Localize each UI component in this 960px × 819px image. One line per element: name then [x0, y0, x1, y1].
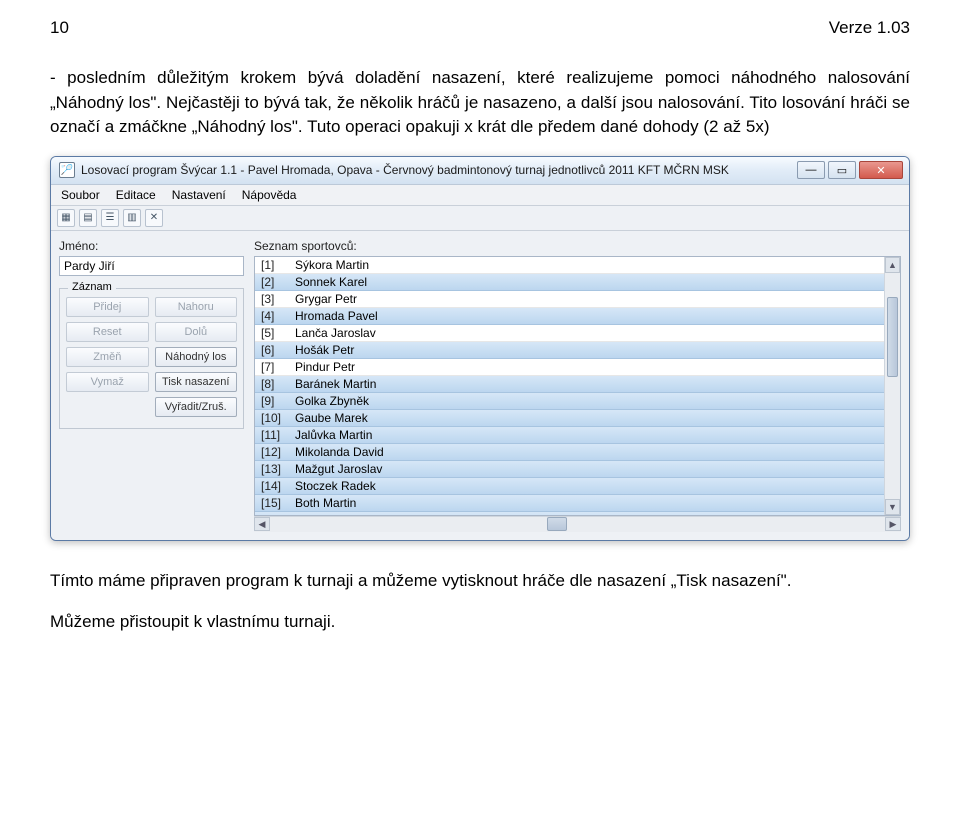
list-item[interactable]: [4]Hromada Pavel [255, 308, 900, 325]
list-name: Hromada Pavel [295, 309, 378, 323]
list-name: Jalůvka Martin [295, 428, 372, 442]
vertical-scrollbar[interactable]: ▲ ▼ [884, 257, 900, 515]
list-item[interactable]: [6]Hošák Petr [255, 342, 900, 359]
nahodny-los-button[interactable]: Náhodný los [155, 347, 238, 367]
list-name: Gaube Marek [295, 411, 368, 425]
list-index: [11] [261, 428, 295, 442]
list-item[interactable]: [8]Baránek Martin [255, 376, 900, 393]
maximize-button[interactable]: ▭ [828, 161, 856, 179]
list-name: Baránek Martin [295, 377, 376, 391]
menu-napoveda[interactable]: Nápověda [242, 188, 297, 202]
list-name: Mikolanda David [295, 445, 384, 459]
list-index: [2] [261, 275, 295, 289]
app-screenshot: 🏸 Losovací program Švýcar 1.1 - Pavel Hr… [50, 156, 910, 541]
list-index: [9] [261, 394, 295, 408]
list-index: [7] [261, 360, 295, 374]
vymaz-button[interactable]: Vymaž [66, 372, 149, 392]
version-label: Verze 1.03 [829, 18, 910, 38]
scroll-down-icon[interactable]: ▼ [885, 499, 900, 515]
list-item[interactable]: [3]Grygar Petr [255, 291, 900, 308]
list-item[interactable]: [9]Golka Zbyněk [255, 393, 900, 410]
list-index: [6] [261, 343, 295, 357]
list-index: [4] [261, 309, 295, 323]
list-index: [8] [261, 377, 295, 391]
paragraph-3: Můžeme přistoupit k vlastnímu turnaji. [50, 610, 910, 635]
player-list[interactable]: [1]Sýkora Martin[2]Sonnek Karel[3]Grygar… [254, 256, 901, 516]
list-name: Pindur Petr [295, 360, 355, 374]
zaznam-group: Záznam Přidej Nahoru Reset Dolů Změň Náh… [59, 288, 244, 429]
jmeno-input[interactable] [59, 256, 244, 276]
scroll-thumb-h[interactable] [547, 517, 567, 531]
list-index: [12] [261, 445, 295, 459]
list-name: Golka Zbyněk [295, 394, 369, 408]
toolbar-icon-3[interactable]: ☰ [101, 209, 119, 227]
paragraph-2: Tímto máme připraven program k turnaji a… [50, 569, 910, 594]
close-button[interactable]: ✕ [859, 161, 903, 179]
menu-bar: Soubor Editace Nastavení Nápověda [51, 185, 909, 206]
list-name: Lanča Jaroslav [295, 326, 376, 340]
menu-soubor[interactable]: Soubor [61, 188, 100, 202]
list-index: [10] [261, 411, 295, 425]
list-index: [15] [261, 496, 295, 510]
list-name: Sonnek Karel [295, 275, 367, 289]
list-item[interactable]: [5]Lanča Jaroslav [255, 325, 900, 342]
zmen-button[interactable]: Změň [66, 347, 149, 367]
list-name: Grygar Petr [295, 292, 357, 306]
list-index: [1] [261, 258, 295, 272]
list-name: Stoczek Radek [295, 479, 376, 493]
seznam-label: Seznam sportovců: [254, 239, 901, 253]
list-item[interactable]: [10]Gaube Marek [255, 410, 900, 427]
list-item[interactable]: [2]Sonnek Karel [255, 274, 900, 291]
scroll-right-icon[interactable]: ▶ [885, 517, 901, 531]
scroll-up-icon[interactable]: ▲ [885, 257, 900, 273]
minimize-button[interactable]: — [797, 161, 825, 179]
scroll-left-icon[interactable]: ◀ [254, 517, 270, 531]
list-index: [5] [261, 326, 295, 340]
zaznam-group-title: Záznam [68, 281, 116, 293]
jmeno-label: Jméno: [59, 239, 244, 253]
menu-nastaveni[interactable]: Nastavení [172, 188, 226, 202]
horizontal-scrollbar[interactable]: ◀ ▶ [254, 516, 901, 532]
list-name: Both Martin [295, 496, 356, 510]
list-item[interactable]: [12]Mikolanda David [255, 444, 900, 461]
toolbar: ▦ ▤ ☰ ▥ ✕ [51, 206, 909, 231]
toolbar-icon-5[interactable]: ✕ [145, 209, 163, 227]
app-icon: 🏸 [59, 162, 75, 178]
list-name: Hošák Petr [295, 343, 354, 357]
pridej-button[interactable]: Přidej [66, 297, 149, 317]
vyradit-button[interactable]: Vyřadit/Zruš. [155, 397, 238, 417]
list-item[interactable]: [13]Mažgut Jaroslav [255, 461, 900, 478]
window-title: Losovací program Švýcar 1.1 - Pavel Hrom… [81, 163, 729, 177]
toolbar-icon-1[interactable]: ▦ [57, 209, 75, 227]
scroll-thumb-v[interactable] [887, 297, 898, 377]
tisk-nasazeni-button[interactable]: Tisk nasazení [155, 372, 238, 392]
list-item[interactable]: [15]Both Martin [255, 495, 900, 512]
list-name: Mažgut Jaroslav [295, 462, 382, 476]
list-index: [13] [261, 462, 295, 476]
list-index: [14] [261, 479, 295, 493]
menu-editace[interactable]: Editace [116, 188, 156, 202]
list-item[interactable]: [11]Jalůvka Martin [255, 427, 900, 444]
nahoru-button[interactable]: Nahoru [155, 297, 238, 317]
dolu-button[interactable]: Dolů [155, 322, 238, 342]
list-index: [3] [261, 292, 295, 306]
list-item[interactable]: [7]Pindur Petr [255, 359, 900, 376]
list-name: Sýkora Martin [295, 258, 369, 272]
window-titlebar: 🏸 Losovací program Švýcar 1.1 - Pavel Hr… [51, 157, 909, 185]
page-number: 10 [50, 18, 69, 38]
paragraph-1: - posledním důležitým krokem bývá doladě… [50, 66, 910, 140]
list-item[interactable]: [14]Stoczek Radek [255, 478, 900, 495]
toolbar-icon-4[interactable]: ▥ [123, 209, 141, 227]
reset-button[interactable]: Reset [66, 322, 149, 342]
toolbar-icon-2[interactable]: ▤ [79, 209, 97, 227]
list-item[interactable]: [1]Sýkora Martin [255, 257, 900, 274]
